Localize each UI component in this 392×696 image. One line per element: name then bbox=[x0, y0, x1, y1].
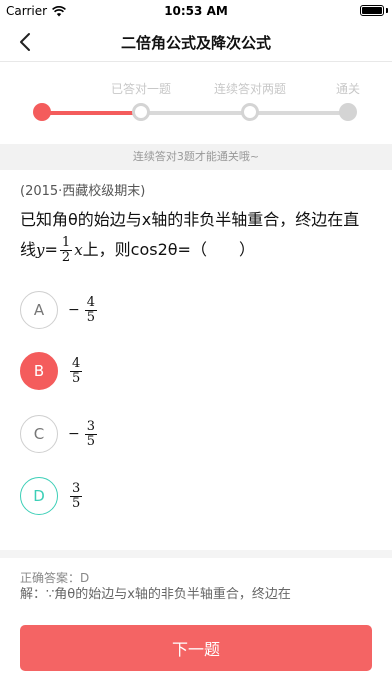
option-b-denominator: 5 bbox=[72, 370, 81, 386]
math-equals: = bbox=[44, 240, 58, 259]
option-b-letter: B bbox=[20, 352, 58, 390]
option-a-sign: − bbox=[68, 302, 80, 318]
option-b-value: 45 bbox=[68, 355, 84, 386]
progress-node-current bbox=[33, 103, 51, 121]
option-d-value: 35 bbox=[68, 480, 84, 511]
option-d-letter: D bbox=[20, 477, 58, 515]
step-label-2: 连续答对两题 bbox=[214, 82, 287, 96]
progress-node-2 bbox=[241, 103, 259, 121]
nav-bar: 二倍角公式及降次公式 bbox=[0, 22, 392, 62]
hint-banner: 连续答对3题才能通关哦~ bbox=[0, 144, 392, 170]
option-a-denominator: 5 bbox=[86, 309, 96, 325]
option-a[interactable]: A − 45 bbox=[20, 290, 370, 330]
option-c-letter: C bbox=[20, 415, 58, 453]
battery-icon bbox=[360, 5, 384, 16]
option-a-value: − 45 bbox=[68, 294, 99, 325]
math-var-x: x bbox=[74, 241, 83, 259]
step-label-3: 通关 bbox=[336, 82, 361, 96]
correct-answer-label: 正确答案：D bbox=[20, 571, 90, 585]
option-b[interactable]: B 45 bbox=[20, 351, 370, 391]
progress-track-active bbox=[42, 111, 141, 115]
question-text: 已知角θ的始边与x轴的非负半轴重合，终边在直 线y= 1 2 x上，则cos2θ=（ … bbox=[20, 205, 380, 265]
status-bar: Carrier 10:53 AM bbox=[0, 0, 392, 22]
question-line-2-prefix: 线 bbox=[20, 240, 37, 259]
step-label-1: 已答对一题 bbox=[111, 82, 172, 96]
option-c[interactable]: C − 35 bbox=[20, 414, 370, 454]
option-d-numerator: 3 bbox=[70, 480, 83, 497]
analysis-text: 解：∵角θ的始边与x轴的非负半轴重合，终边在 bbox=[20, 587, 291, 601]
option-a-letter: A bbox=[20, 291, 58, 329]
math-fraction: 12 bbox=[59, 235, 73, 265]
option-d-denominator: 5 bbox=[72, 495, 81, 511]
option-b-fraction: 45 bbox=[70, 355, 83, 386]
question-line-2: 线y= 1 2 x上，则cos2θ=（ ） bbox=[20, 235, 380, 265]
status-time: 10:53 AM bbox=[164, 4, 228, 18]
math-var-y: y bbox=[36, 241, 45, 259]
option-a-fraction: 45 bbox=[84, 294, 98, 325]
progress-node-1 bbox=[132, 103, 150, 121]
fraction-numerator: 1 bbox=[59, 235, 73, 251]
question-line-2-suffix: 上，则cos2θ=（ ） bbox=[82, 240, 255, 259]
option-a-numerator: 4 bbox=[84, 294, 98, 311]
question-source: (2015·西藏校级期末) bbox=[20, 184, 146, 199]
question-line-1: 已知角θ的始边与x轴的非负半轴重合，终边在直 bbox=[20, 210, 360, 229]
page-title: 二倍角公式及降次公式 bbox=[120, 34, 271, 52]
progress-node-final bbox=[339, 103, 357, 121]
option-c-sign: − bbox=[68, 426, 80, 442]
progress-stepper: 已答对一题 连续答对两题 通关 bbox=[0, 62, 392, 144]
option-c-numerator: 3 bbox=[84, 418, 98, 435]
option-d[interactable]: D 35 bbox=[20, 476, 370, 516]
option-c-fraction: 35 bbox=[84, 418, 98, 449]
fraction-denominator: 2 bbox=[61, 250, 71, 265]
option-c-denominator: 5 bbox=[86, 433, 96, 449]
option-b-numerator: 4 bbox=[70, 355, 83, 372]
option-c-value: − 35 bbox=[68, 418, 99, 449]
option-d-fraction: 35 bbox=[70, 480, 83, 511]
battery-tip bbox=[386, 8, 388, 13]
section-divider bbox=[0, 550, 392, 558]
next-question-button[interactable]: 下一题 bbox=[20, 625, 372, 671]
